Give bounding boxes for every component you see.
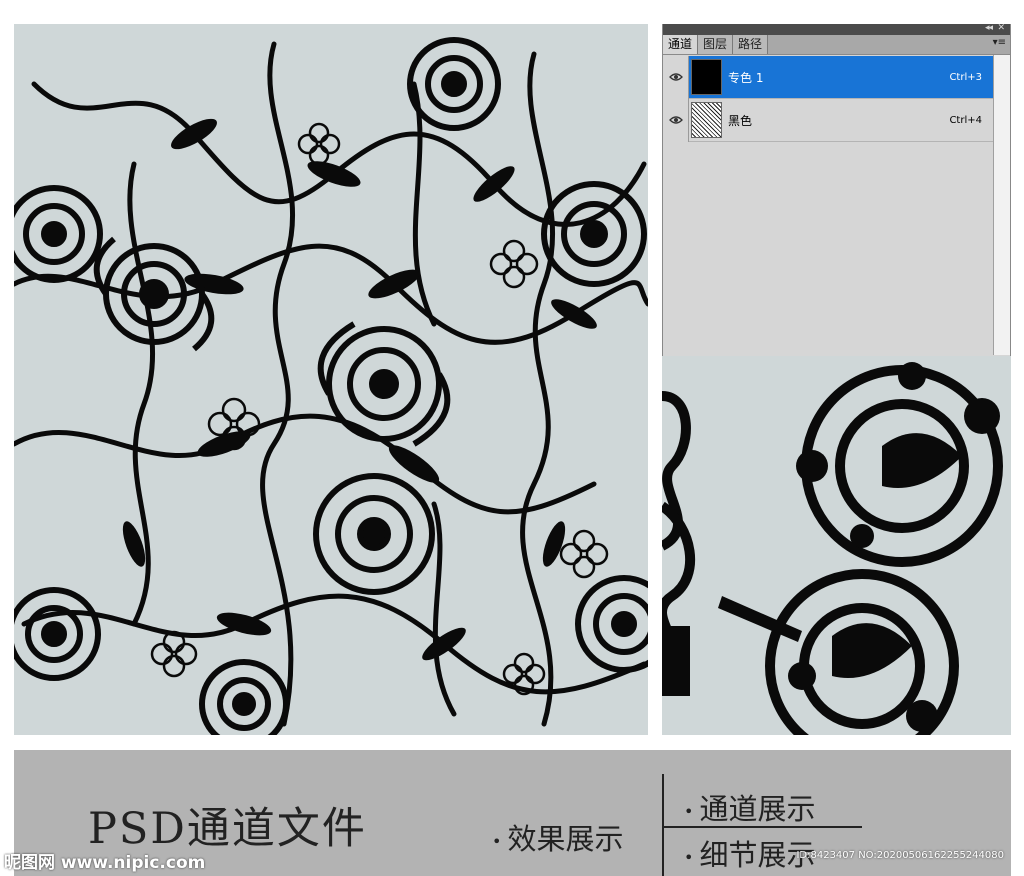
tab-paths[interactable]: 路径 (733, 35, 769, 54)
footer-item-effect: • 效果展示 (492, 816, 623, 858)
panel-menu-icon[interactable]: ▾≡ (993, 37, 1006, 48)
channel-shortcut: Ctrl+4 (949, 114, 982, 126)
footer-item-label: 通道展示 (699, 792, 816, 826)
watermark-site: 昵图网 www.nipic.com (4, 853, 206, 873)
panel-tabbar: 通道 图层 路径 ▾≡ (663, 35, 1010, 55)
canvas: ◂◂ ✕ 通道 图层 路径 ▾≡ 专色 1 Ctrl+3 黑色 Ctrl+4 P… (0, 0, 1024, 876)
channel-name: 黑色 (728, 113, 753, 128)
channel-shortcut: Ctrl+3 (949, 71, 982, 83)
visibility-eye-icon[interactable] (663, 98, 689, 142)
channels-panel: ◂◂ ✕ 通道 图层 路径 ▾≡ 专色 1 Ctrl+3 黑色 Ctrl+4 (662, 23, 1011, 356)
bullet-icon: • (684, 801, 694, 821)
visibility-eye-icon[interactable] (663, 55, 689, 99)
floral-pattern-art (14, 37, 648, 735)
bullet-icon: • (684, 847, 694, 867)
footer-item-channels: • 通道展示 (684, 786, 815, 828)
panel-titlebar: ◂◂ ✕ (663, 23, 1010, 35)
close-panel-icon[interactable]: ✕ (997, 23, 1005, 33)
bullet-icon: • (492, 831, 502, 851)
channel-thumbnail (691, 59, 722, 95)
channel-row-spot-1[interactable]: 专色 1 Ctrl+3 (663, 55, 994, 99)
floral-pattern-preview (14, 24, 648, 735)
channel-thumbnail (691, 102, 722, 138)
collapse-panel-icon[interactable]: ◂◂ (985, 23, 993, 33)
footer-item-label: 效果展示 (507, 822, 624, 856)
detail-flower-art (662, 362, 1003, 735)
panel-scrollbar[interactable] (993, 55, 1010, 355)
tab-channels[interactable]: 通道 (663, 35, 699, 54)
tab-layers[interactable]: 图层 (698, 35, 734, 54)
channel-row-black[interactable]: 黑色 Ctrl+4 (663, 98, 994, 142)
footer-title: PSD通道文件 (88, 804, 367, 854)
detail-zoom-preview (662, 356, 1011, 735)
watermark-id: ID:8423407 NO:20200506162255244080 (796, 850, 1004, 861)
footer-divider-vertical (662, 774, 664, 876)
channel-name: 专色 1 (728, 70, 764, 85)
